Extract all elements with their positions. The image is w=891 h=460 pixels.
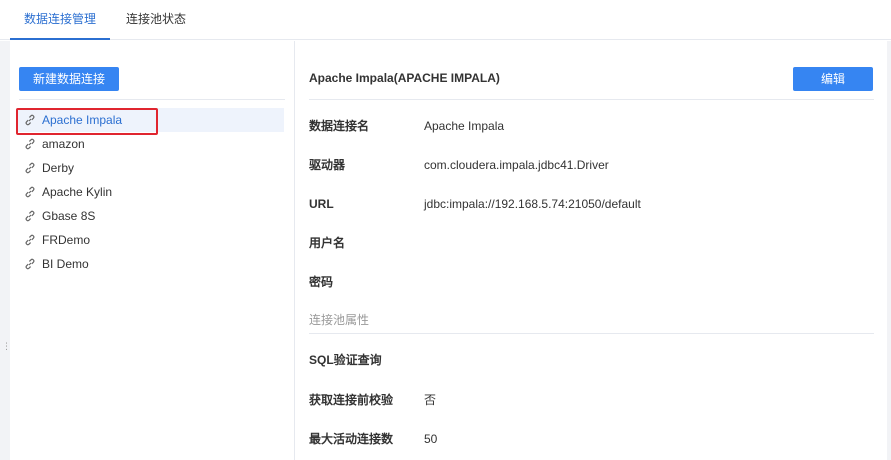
pool-section-title: 连接池属性 [309,313,370,327]
field-value: Apache Impala [424,119,505,133]
divider [309,333,874,334]
field-label: 数据连接名 [309,119,370,133]
field-value: 50 [424,432,438,446]
connection-item-bi-demo[interactable]: BI Demo [16,252,284,276]
connection-label: BI Demo [42,257,89,271]
divider [19,99,285,100]
connection-item-gbase-8s[interactable]: Gbase 8S [16,204,284,228]
tab-connection-pool-status[interactable]: 连接池状态 [126,0,188,40]
field-label: 获取连接前校验 [309,393,394,407]
detail-title: Apache Impala(APACHE IMPALA) [309,71,500,85]
link-icon [25,162,35,174]
field-label: URL [309,197,334,211]
link-icon [25,234,35,246]
field-connection-name: 数据连接名 Apache Impala [309,116,869,136]
connection-detail-panel: Apache Impala(APACHE IMPALA) 编辑 数据连接名 Ap… [296,41,887,460]
link-icon [25,210,35,222]
connection-item-derby[interactable]: Derby [16,156,284,180]
edit-button[interactable]: 编辑 [793,67,873,91]
field-label: SQL验证查询 [309,353,382,367]
resize-handle-icon[interactable]: ⋮⋮ [2,342,19,357]
field-value: 否 [424,393,437,407]
left-gutter [0,41,10,460]
field-username: 用户名 [309,233,869,253]
connection-item-amazon[interactable]: amazon [16,132,284,156]
connection-label: Apache Impala [42,113,123,127]
tab-connection-management[interactable]: 数据连接管理 [10,0,110,40]
connection-label: amazon [42,137,85,151]
field-password: 密码 [309,272,869,292]
field-value: jdbc:impala://192.168.5.74:21050/default [424,197,641,211]
new-connection-button[interactable]: 新建数据连接 [19,67,119,91]
connection-list-panel: 新建数据连接 Apache Impala amazon Derby Apache… [10,41,295,460]
link-icon [25,186,35,198]
connection-label: Apache Kylin [42,185,113,199]
link-icon [25,114,35,126]
divider [309,99,874,100]
field-max-active-connections: 最大活动连接数 50 [309,429,869,449]
connection-label: Derby [42,161,75,175]
tab-bar: 数据连接管理 连接池状态 [0,0,891,40]
field-url: URL jdbc:impala://192.168.5.74:21050/def… [309,194,869,214]
field-label: 最大活动连接数 [309,432,394,446]
link-icon [25,138,35,150]
field-sql-validation-query: SQL验证查询 [309,350,869,370]
field-test-on-borrow: 获取连接前校验 否 [309,390,869,410]
connection-item-apache-kylin[interactable]: Apache Kylin [16,180,284,204]
field-driver: 驱动器 com.cloudera.impala.jdbc41.Driver [309,155,869,175]
connection-label: Gbase 8S [42,209,96,223]
right-gutter [887,41,891,460]
connection-label: FRDemo [42,233,91,247]
field-value: com.cloudera.impala.jdbc41.Driver [424,158,609,172]
field-label: 驱动器 [309,158,346,172]
connection-list: Apache Impala amazon Derby Apache Kylin … [16,108,284,276]
field-label: 密码 [309,275,334,289]
link-icon [25,258,35,270]
field-label: 用户名 [309,236,346,250]
connection-item-frdemo[interactable]: FRDemo [16,228,284,252]
connection-item-apache-impala[interactable]: Apache Impala [16,108,284,132]
